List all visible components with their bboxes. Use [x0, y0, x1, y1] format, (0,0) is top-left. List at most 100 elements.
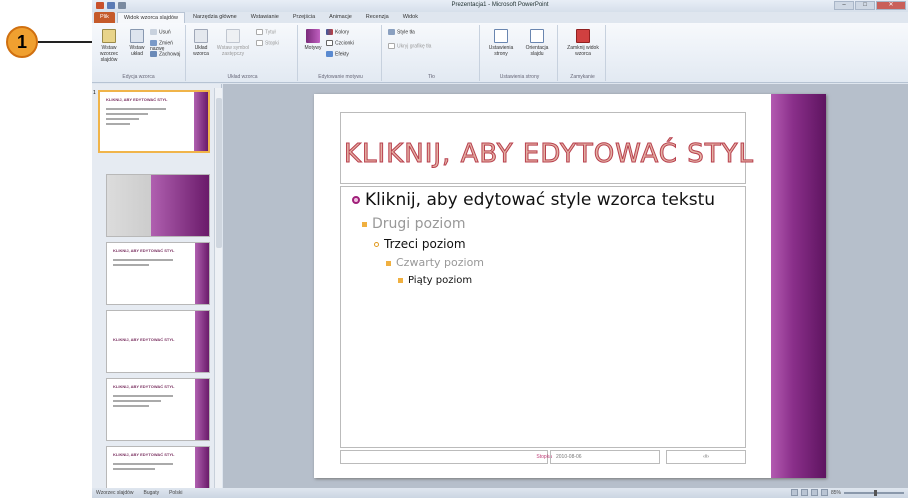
window-title: Prezentacja1 - Microsoft PowerPoint — [451, 2, 549, 8]
group-edit-theme: Motywy Kolory Czcionki Efekty Edytowanie… — [300, 25, 382, 81]
insert-slide-master-label: Wstaw wzorzec slajdów — [99, 45, 119, 63]
text-level-3-label: Trzeci poziom — [384, 237, 466, 251]
thumbnails-scrollbar[interactable] — [214, 88, 222, 488]
themes-icon — [306, 29, 320, 43]
master-layout-label: Układ wzorca — [193, 45, 209, 57]
group-label-master-layout: Układ wzorca — [227, 74, 258, 80]
group-background: Style tła Ukryj grafikę tła Tło — [384, 25, 480, 81]
hide-background-graphics-checkbox[interactable]: Ukryj grafikę tła — [388, 43, 431, 49]
master-layout-icon — [194, 29, 208, 43]
group-page-setup: Ustawienia strony Orientacja slajdu Usta… — [482, 25, 558, 81]
text-level-5-label: Piąty poziom — [408, 275, 473, 286]
slide-orientation-label: Orientacja slajdu — [525, 45, 549, 57]
effects-button[interactable]: Efekty — [326, 51, 349, 57]
themes-button[interactable]: Motywy — [302, 29, 324, 51]
ribbon-tabs: Plik Widok wzorca slajdów Narzędzia głów… — [92, 12, 908, 23]
maximize-button[interactable]: □ — [855, 1, 875, 10]
date-text: 2010-08-06 — [556, 454, 582, 460]
fonts-button[interactable]: Czcionki — [326, 40, 354, 46]
tab-view[interactable]: Widok — [397, 12, 424, 23]
fonts-icon — [326, 40, 333, 46]
placeholder-icon — [226, 29, 240, 43]
delete-label: Usuń — [159, 29, 171, 36]
thumbnail-layout-5[interactable]: KLIKNIJ, ABY EDYTOWAĆ STYL — [106, 378, 210, 441]
insert-slide-master-button[interactable]: Wstaw wzorzec slajdów — [94, 29, 124, 63]
tab-transitions[interactable]: Przejścia — [287, 12, 321, 23]
scrollbar-thumb[interactable] — [216, 98, 222, 248]
title-checkbox-label: Tytuł — [265, 29, 276, 36]
status-bar: Wzorzec slajdów Bugaty Polski 85% — [92, 488, 908, 498]
zoom-slider-thumb[interactable] — [874, 489, 877, 496]
text-level-1[interactable]: Kliknij, aby edytować style wzorca tekst… — [352, 190, 715, 210]
status-view-name: Wzorzec slajdów — [96, 490, 134, 496]
zoom-level[interactable]: 85% — [831, 490, 841, 496]
thumbnail-layout-4[interactable]: KLIKNIJ, ABY EDYTOWAĆ STYL — [106, 310, 210, 373]
square-bullet-icon — [362, 221, 367, 227]
insert-placeholder-label: Wstaw symbol zastępczy — [216, 45, 250, 57]
close-master-view-button[interactable]: Zamknij widok wzorca — [562, 29, 604, 57]
close-window-button[interactable]: ✕ — [876, 1, 906, 10]
slide-master[interactable]: KLIKNIJ, ABY EDYTOWAĆ STYL Kliknij, aby … — [314, 94, 826, 478]
thumbnail-purple-bar — [195, 311, 209, 372]
text-level-3[interactable]: Trzeci poziom — [374, 237, 466, 251]
insert-placeholder-button[interactable]: Wstaw symbol zastępczy — [214, 29, 252, 57]
tab-insert[interactable]: Wstawianie — [245, 12, 285, 23]
thumbnail-layout-3[interactable]: KLIKNIJ, ABY EDYTOWAĆ STYL — [106, 242, 210, 305]
step-callout: 1 — [6, 26, 38, 58]
delete-button[interactable]: Usuń — [150, 29, 171, 35]
normal-view-icon[interactable] — [790, 489, 798, 496]
layout-icon — [130, 29, 144, 43]
group-label-edit-master: Edycja wzorca — [122, 74, 155, 80]
tab-slide-master[interactable]: Widok wzorca slajdów — [116, 12, 185, 23]
page-setup-button[interactable]: Ustawienia strony — [484, 29, 518, 57]
thumbnail-slide-master[interactable]: KLIKNIJ, ABY EDYTOWAĆ STYL — [98, 90, 210, 153]
group-label-page-setup: Ustawienia strony — [499, 74, 540, 80]
text-level-4[interactable]: Czwarty poziom — [386, 256, 484, 269]
insert-layout-button[interactable]: Wstaw układ — [126, 29, 148, 57]
title-bar: Prezentacja1 - Microsoft PowerPoint – □ … — [92, 0, 908, 12]
background-styles-button[interactable]: Style tła — [388, 29, 415, 35]
hide-background-graphics-label: Ukryj grafikę tła — [397, 43, 432, 50]
thumbnail-layout-2[interactable] — [106, 174, 210, 237]
rename-icon — [150, 40, 157, 46]
minimize-button[interactable]: – — [834, 1, 854, 10]
tab-home[interactable]: Narzędzia główne — [187, 12, 243, 23]
text-level-2[interactable]: Drugi poziom — [362, 216, 466, 232]
callout-number: 1 — [16, 31, 27, 52]
group-close: Zamknij widok wzorca Zamykanie — [560, 25, 606, 81]
status-left: Wzorzec slajdów Bugaty Polski — [96, 490, 182, 496]
tab-animations[interactable]: Animacje — [323, 12, 358, 23]
reading-view-icon[interactable] — [810, 489, 818, 496]
footer-placeholder[interactable] — [340, 450, 548, 464]
thumbnail-text-lines — [113, 460, 173, 473]
screenshot: 1 Prezentacja1 - Microsoft PowerPoint – … — [0, 0, 908, 498]
checkbox-icon — [256, 29, 263, 35]
slide-title[interactable]: KLIKNIJ, ABY EDYTOWAĆ STYL — [344, 139, 754, 170]
thumbnail-number: 1 — [93, 90, 96, 96]
colors-button[interactable]: Kolory — [326, 29, 349, 35]
master-layout-button[interactable]: Układ wzorca — [190, 29, 212, 57]
close-master-view-label: Zamknij widok wzorca — [567, 45, 599, 57]
insert-layout-label: Wstaw układ — [129, 45, 145, 57]
group-edit-master: Wstaw wzorzec slajdów Wstaw układ Usuń Z… — [92, 25, 186, 81]
preserve-button[interactable]: Zachowaj — [150, 51, 180, 57]
footer-text: Stopka — [536, 454, 552, 460]
title-checkbox[interactable]: Tytuł — [256, 29, 276, 35]
status-right: 85% — [790, 489, 904, 496]
thumbnail-purple-bar — [151, 175, 209, 236]
slideshow-view-icon[interactable] — [820, 489, 828, 496]
slide-editing-area: KLIKNIJ, ABY EDYTOWAĆ STYL Kliknij, aby … — [223, 84, 908, 488]
footers-checkbox[interactable]: Stopki — [256, 40, 279, 46]
circle-bullet-icon — [352, 196, 360, 204]
status-language[interactable]: Polski — [169, 490, 182, 496]
group-label-edit-theme: Edytowanie motywu — [318, 74, 363, 80]
tab-review[interactable]: Recenzja — [360, 12, 395, 23]
tab-file[interactable]: Plik — [94, 12, 115, 23]
preserve-label: Zachowaj — [159, 51, 181, 58]
slide-orientation-button[interactable]: Orientacja slajdu — [520, 29, 554, 57]
text-level-5[interactable]: Piąty poziom — [398, 275, 472, 286]
zoom-slider[interactable] — [844, 489, 904, 496]
checkbox-icon — [388, 43, 395, 49]
slide-sorter-view-icon[interactable] — [800, 489, 808, 496]
thumbnail-title: KLIKNIJ, ABY EDYTOWAĆ STYL — [113, 248, 175, 253]
